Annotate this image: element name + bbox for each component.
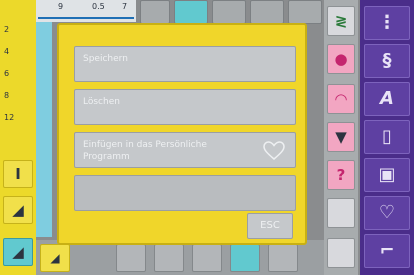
menu-button[interactable]: ⌐ [364, 234, 410, 268]
menu-button[interactable]: ♡ [364, 196, 410, 230]
save-label: Speichern [83, 54, 128, 64]
insert-personal-program-label: Einfügen in das Persönliche Programm [83, 140, 207, 162]
triangle-icon: ◢ [12, 243, 24, 261]
top-button[interactable] [140, 0, 170, 24]
esc-button[interactable]: ESC [247, 213, 293, 239]
bottom-button[interactable] [154, 244, 184, 272]
bottom-button[interactable]: ◢ [40, 244, 70, 272]
function-column: ≷ ● ◠ ▼ ? [324, 0, 358, 275]
ruler-label: 7 [122, 2, 128, 11]
stitch-wave [38, 13, 134, 19]
top-button[interactable] [212, 0, 246, 24]
insert-personal-program-button[interactable]: Einfügen in das Persönliche Programm [74, 132, 296, 168]
balance-icon: I [15, 165, 21, 183]
main-menu-column: ⋮ § A ▯ ▣ ♡ ⌐ [360, 0, 414, 275]
zigzag-icon: ≷ [334, 12, 348, 30]
menu-button[interactable]: ▣ [364, 158, 410, 192]
ruler-tick: 2 [4, 25, 10, 34]
help-button[interactable]: ? [327, 160, 355, 190]
ruler-tick: 4 [4, 47, 10, 56]
setup-icon: ⌐ [379, 240, 395, 261]
decorative-stitch-icon: § [382, 50, 392, 71]
balance-button[interactable]: I [3, 160, 33, 188]
menu-button[interactable]: ▯ [364, 120, 410, 154]
ruler-tick: 6 [4, 69, 10, 78]
alphabet-icon: A [380, 88, 394, 109]
heart-icon [263, 141, 285, 160]
menu-button[interactable]: A [364, 82, 410, 116]
disabled-menu-item [74, 175, 296, 211]
practical-stitch-icon: ⋮ [378, 12, 396, 33]
left-toolbar: 2 4 6 8 12 I ◢ ◢ [0, 0, 36, 275]
needle-stop-button[interactable]: ● [327, 44, 355, 74]
ruler-label: 9 [58, 2, 64, 11]
bottom-button[interactable] [192, 244, 222, 272]
triangle-icon: ◢ [50, 251, 60, 265]
triangle-icon: ◢ [12, 201, 24, 219]
stitch-length-ruler: 2 4 6 8 12 [4, 24, 32, 152]
quilt-icon: ▣ [378, 164, 396, 185]
top-ruler: 9 0.5 7 [36, 0, 136, 22]
menu-button[interactable]: § [364, 44, 410, 78]
delete-button[interactable]: Löschen [74, 89, 296, 125]
bottom-button[interactable] [230, 244, 260, 272]
arc-icon: ◠ [335, 90, 347, 108]
top-button[interactable] [288, 0, 322, 24]
help-icon: ? [336, 166, 346, 184]
top-button-active[interactable] [174, 0, 208, 24]
chevron-down-icon: ▼ [335, 128, 347, 146]
menu-button[interactable]: ⋮ [364, 6, 410, 40]
personal-program-icon: ♡ [378, 202, 396, 223]
stitch-pattern-button[interactable]: ≷ [327, 6, 355, 36]
bottom-button[interactable] [268, 244, 298, 272]
top-button[interactable] [250, 0, 284, 24]
save-button[interactable]: Speichern [74, 46, 296, 82]
bottom-button[interactable] [116, 244, 146, 272]
bottom-toolbar: ◢ [36, 240, 324, 275]
edit-menu-dialog: Speichern Löschen Einfügen in das Persön… [57, 23, 307, 245]
stitch-length-button[interactable]: ◢ [3, 238, 33, 266]
stitch-preview [36, 22, 52, 237]
sewing-machine-screen: 2 4 6 8 12 I ◢ ◢ 9 0.5 7 ≷ ● ◠ ▼ ? ⋮ § A… [0, 0, 414, 275]
needle-icon: ● [334, 50, 348, 68]
grid-button[interactable] [327, 238, 355, 268]
presser-foot-button[interactable]: ◠ [327, 84, 355, 114]
ruler-label: 0.5 [92, 2, 105, 11]
ruler-tick: 8 [4, 91, 10, 100]
delete-label: Löschen [83, 97, 120, 107]
buttonhole-icon: ▯ [382, 126, 392, 147]
dropdown-button[interactable]: ▼ [327, 122, 355, 152]
clear-button[interactable] [327, 198, 355, 228]
stitch-width-button[interactable]: ◢ [3, 196, 33, 224]
ruler-tick: 12 [4, 113, 15, 122]
